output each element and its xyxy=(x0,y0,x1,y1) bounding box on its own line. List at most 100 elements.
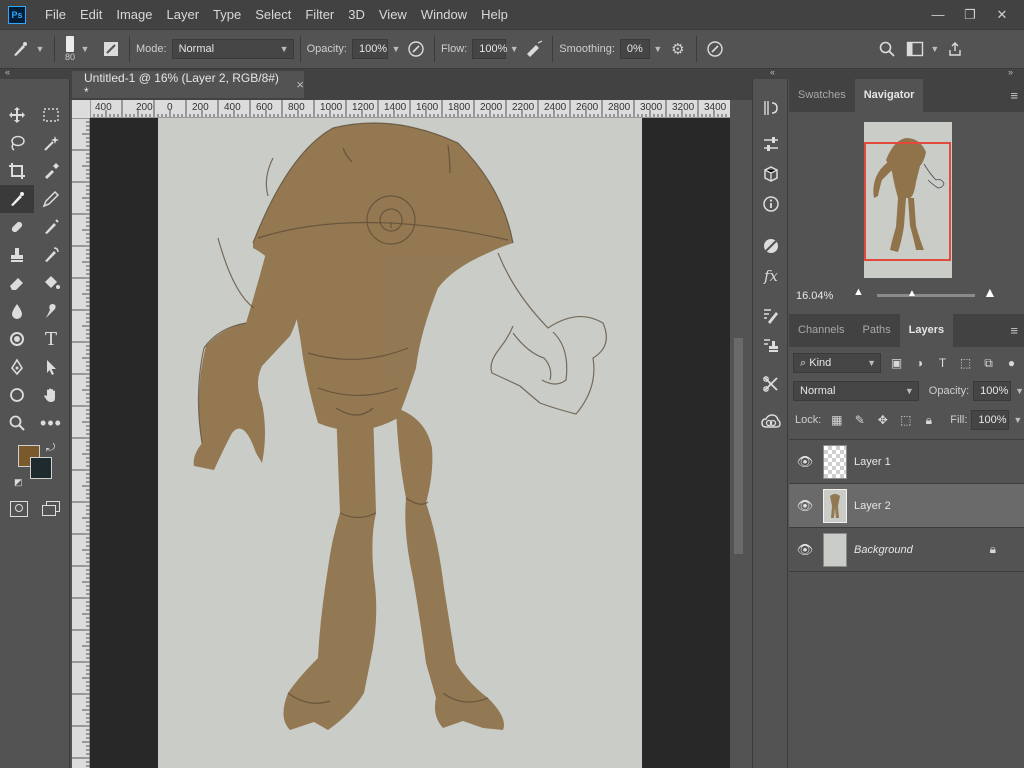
blend-mode-select[interactable]: Normal ▼ xyxy=(793,381,919,401)
menu-window[interactable]: Window xyxy=(414,0,474,29)
chevron-down-icon[interactable]: ▼ xyxy=(77,39,93,59)
opacity-input[interactable]: 100% xyxy=(351,39,388,59)
zoom-slider-track[interactable] xyxy=(877,294,975,297)
document-tab[interactable]: Untitled-1 @ 16% (Layer 2, RGB/8#) * × xyxy=(72,71,304,99)
chevron-down-icon[interactable]: ▼ xyxy=(1015,386,1024,396)
flow-input[interactable]: 100% xyxy=(472,39,507,59)
tab-navigator[interactable]: Navigator xyxy=(854,79,924,112)
layer-fill-input[interactable]: 100% xyxy=(971,410,1010,430)
hand-tool-icon[interactable] xyxy=(34,381,68,409)
artboard[interactable] xyxy=(158,118,642,768)
chevron-down-icon[interactable]: ▼ xyxy=(650,39,666,59)
pixel-layer-filter-icon[interactable]: ▣ xyxy=(885,353,908,373)
marquee-tool-icon[interactable] xyxy=(34,101,68,129)
layer-kind-filter[interactable]: ⌕ Kind ▼ xyxy=(793,353,881,373)
mixer-brush-tool-icon[interactable] xyxy=(34,213,68,241)
lock-image-pixels-icon[interactable]: ✎ xyxy=(848,410,871,430)
history-brush-tool-icon[interactable] xyxy=(34,241,68,269)
close-icon[interactable]: × xyxy=(296,77,304,92)
libraries-panel-icon[interactable]: fx xyxy=(753,261,789,291)
visibility-eye-icon[interactable]: 👁︎ xyxy=(789,454,821,470)
mode-select[interactable]: Normal ▼ xyxy=(171,39,294,59)
collapse-arrows-icon[interactable]: » xyxy=(1008,67,1013,77)
chevron-down-icon[interactable]: ▼ xyxy=(388,39,404,59)
clone-source-panel-icon[interactable] xyxy=(753,331,789,361)
smart-object-filter-icon[interactable]: ⧉ xyxy=(977,353,1000,373)
search-icon[interactable] xyxy=(875,37,899,61)
dodge-tool-icon[interactable] xyxy=(0,325,34,353)
more-tools-icon[interactable]: ••• xyxy=(34,409,68,437)
document-canvas[interactable] xyxy=(90,118,730,768)
screen-mode-icon[interactable] xyxy=(42,501,60,517)
lock-all-icon[interactable]: 🔒︎ xyxy=(917,410,940,430)
pencil-tool-icon[interactable] xyxy=(34,185,68,213)
move-tool-icon[interactable] xyxy=(0,101,34,129)
default-colors-icon[interactable]: ◩ xyxy=(14,477,23,488)
menu-layer[interactable]: Layer xyxy=(160,0,207,29)
chevron-down-icon[interactable]: ▼ xyxy=(1013,415,1022,425)
tab-layers[interactable]: Layers xyxy=(899,314,954,347)
panel-menu-icon[interactable]: ≡ xyxy=(1010,79,1018,112)
adjustment-layer-filter-icon[interactable]: ◑ xyxy=(908,353,931,373)
airbrush-icon[interactable] xyxy=(522,37,546,61)
brush-settings-panel-icon[interactable] xyxy=(753,301,789,331)
tool-presets-panel-icon[interactable] xyxy=(753,369,789,399)
restore-button[interactable]: ❐ xyxy=(954,0,986,29)
pen-tool-icon[interactable] xyxy=(0,353,34,381)
zoom-tool-icon[interactable] xyxy=(0,409,34,437)
vertical-scrollbar[interactable] xyxy=(730,100,748,768)
tab-swatches[interactable]: Swatches xyxy=(789,79,855,112)
ellipse-tool-icon[interactable] xyxy=(0,381,34,409)
layer-name[interactable]: Layer 2 xyxy=(854,500,891,512)
menu-help[interactable]: Help xyxy=(474,0,515,29)
shape-layer-filter-icon[interactable]: ⬚ xyxy=(954,353,977,373)
workspace-icon[interactable] xyxy=(903,37,927,61)
zoom-slider-thumb[interactable]: ▲ xyxy=(907,288,917,299)
background-color-swatch[interactable] xyxy=(30,457,52,479)
menu-view[interactable]: View xyxy=(372,0,414,29)
visibility-eye-icon[interactable]: 👁︎ xyxy=(789,498,821,514)
3d-panel-icon[interactable] xyxy=(753,159,789,189)
layer-row-background[interactable]: 👁︎ Background 🔒︎ xyxy=(789,528,1024,572)
filter-toggle-icon[interactable]: ● xyxy=(1000,353,1023,373)
lock-position-icon[interactable]: ✥ xyxy=(871,410,894,430)
pressure-size-icon[interactable] xyxy=(703,37,727,61)
layer-name[interactable]: Layer 1 xyxy=(854,456,891,468)
menu-select[interactable]: Select xyxy=(248,0,298,29)
magic-wand-tool-icon[interactable] xyxy=(34,129,68,157)
visibility-eye-icon[interactable]: 👁︎ xyxy=(789,542,821,558)
eraser-tool-icon[interactable] xyxy=(0,269,34,297)
tab-paths[interactable]: Paths xyxy=(853,314,899,347)
brush-size-preview[interactable]: 80 xyxy=(65,36,75,62)
swap-colors-icon[interactable]: ⤾ xyxy=(46,442,55,455)
creative-cloud-icon[interactable] xyxy=(753,407,789,437)
pressure-opacity-icon[interactable] xyxy=(404,37,428,61)
gear-icon[interactable]: ⚙ xyxy=(666,37,690,61)
horizontal-ruler[interactable]: 400 200 0 200 400 600 800 1000 1200 1400… xyxy=(90,100,730,118)
eyedropper-tool-icon[interactable] xyxy=(34,157,68,185)
share-icon[interactable] xyxy=(943,37,967,61)
menu-edit[interactable]: Edit xyxy=(73,0,109,29)
lock-artboard-icon[interactable]: ⬚ xyxy=(894,410,917,430)
adjustments-panel-icon[interactable] xyxy=(753,129,789,159)
chevron-down-icon[interactable]: ▼ xyxy=(506,39,522,59)
layer-row-layer-2[interactable]: 👁︎ Layer 2 xyxy=(789,484,1024,528)
lock-icon[interactable]: 🔒︎ xyxy=(990,542,996,557)
menu-file[interactable]: File xyxy=(38,0,73,29)
clone-stamp-tool-icon[interactable] xyxy=(0,241,34,269)
collapse-arrows-icon[interactable]: « xyxy=(770,67,775,77)
tab-channels[interactable]: Channels xyxy=(789,314,853,347)
navigator-view-box[interactable] xyxy=(864,142,951,261)
smoothing-input[interactable]: 0% xyxy=(619,39,650,59)
navigator-zoom-value[interactable]: 16.04% xyxy=(796,290,833,302)
info-panel-icon[interactable] xyxy=(753,189,789,219)
scrollbar-thumb[interactable] xyxy=(734,338,743,554)
color-panel-icon[interactable] xyxy=(753,231,789,261)
crop-tool-icon[interactable] xyxy=(0,157,34,185)
path-selection-tool-icon[interactable] xyxy=(34,353,68,381)
layer-opacity-input[interactable]: 100% xyxy=(973,381,1012,401)
vertical-ruler[interactable] xyxy=(72,118,90,768)
brush-settings-icon[interactable] xyxy=(99,37,123,61)
type-layer-filter-icon[interactable]: T xyxy=(931,353,954,373)
minimize-button[interactable]: — xyxy=(922,0,954,29)
